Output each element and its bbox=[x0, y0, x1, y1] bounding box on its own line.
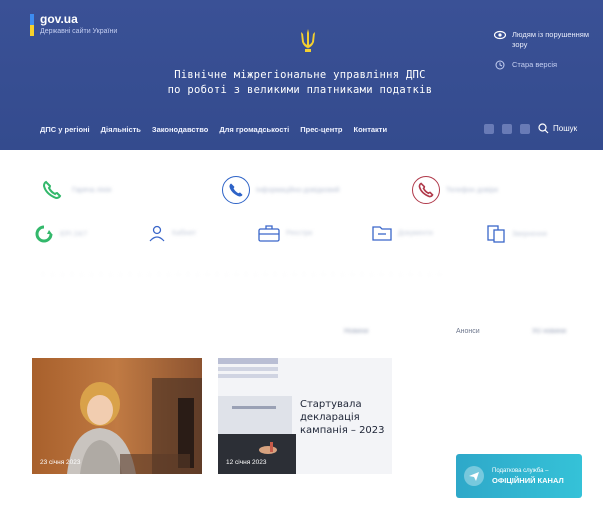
nav-dps-region[interactable]: ДПС у регіоні bbox=[40, 125, 90, 134]
main-nav: ДПС у регіоні Діяльність Законодавство Д… bbox=[40, 125, 398, 134]
telegram-icon bbox=[464, 466, 484, 486]
accessibility-label: Людям із порушенням зору bbox=[512, 30, 590, 49]
person-icon bbox=[149, 225, 165, 242]
service-documents-label: Документи bbox=[398, 229, 433, 237]
service-appeals-label: Звернення bbox=[512, 230, 547, 238]
news-date: 12 січня 2023 bbox=[226, 459, 267, 466]
facebook-icon[interactable] bbox=[484, 123, 494, 134]
service-documents[interactable]: Документи bbox=[372, 224, 433, 242]
page-title: Північне міжрегіональне управління ДПС п… bbox=[140, 68, 460, 98]
nav-public[interactable]: Для громадськості bbox=[219, 125, 289, 134]
clock-icon bbox=[495, 60, 505, 70]
trident-icon bbox=[301, 29, 315, 52]
nav-contacts[interactable]: Контакти bbox=[354, 125, 388, 134]
service-eri-label: ЄРІ 24/7 bbox=[60, 230, 88, 238]
search-label[interactable]: Пошук bbox=[553, 124, 577, 133]
title-line-2: по роботі з великими платниками податків bbox=[167, 84, 433, 96]
service-cabinet-label: Кабінет bbox=[172, 229, 197, 237]
contact-trust-label: Телефон довіри bbox=[446, 186, 499, 194]
site-header: gov.ua Державні сайти України Людям із п… bbox=[0, 0, 603, 150]
nav-press[interactable]: Прес-центр bbox=[300, 125, 342, 134]
contact-hotline-label: Гаряча лінія bbox=[72, 186, 112, 194]
phone-icon bbox=[222, 176, 250, 204]
old-version-label: Стара версія bbox=[512, 60, 558, 69]
service-appeals[interactable]: Звернення bbox=[486, 224, 547, 244]
title-line-1: Північне міжрегіональне управління ДПС bbox=[174, 69, 426, 81]
news-title[interactable]: Стартувала декларація кампанія – 2023 bbox=[300, 398, 390, 437]
tab-all-news[interactable]: Усі новини bbox=[532, 328, 566, 335]
contact-info-label: Інформаційно-довідковий bbox=[256, 186, 340, 194]
contact-hotline[interactable]: Гаряча лінія bbox=[38, 176, 111, 204]
news-card-1[interactable]: 23 січня 2023 bbox=[32, 358, 202, 474]
twitter-icon[interactable] bbox=[502, 123, 512, 134]
service-eri[interactable]: ЄРІ 24/7 bbox=[34, 224, 87, 244]
service-registers[interactable]: Реєстри bbox=[258, 224, 312, 242]
helper-text: · · · · · · · · · · · · · · · · · · · · … bbox=[42, 272, 444, 278]
flag-icon bbox=[30, 14, 34, 36]
service-registers-label: Реєстри bbox=[286, 229, 313, 237]
accessibility-link[interactable]: Людям із порушенням зору bbox=[494, 30, 594, 50]
phone-icon bbox=[38, 176, 66, 204]
badge-title: ОФІЦІЙНИЙ КАНАЛ bbox=[492, 475, 564, 485]
refresh-icon bbox=[35, 225, 53, 243]
nav-legislation[interactable]: Законодавство bbox=[152, 125, 208, 134]
youtube-icon[interactable] bbox=[520, 123, 530, 134]
social-links: Пошук bbox=[484, 123, 577, 134]
news-date: 23 січня 2023 bbox=[40, 459, 81, 466]
eye-icon bbox=[494, 30, 506, 40]
official-channel-button[interactable]: Податкова служба – ОФІЦІЙНИЙ КАНАЛ bbox=[456, 454, 582, 498]
service-cabinet[interactable]: Кабінет bbox=[148, 224, 196, 242]
badge-subtitle: Податкова служба – bbox=[492, 467, 549, 474]
nav-activity[interactable]: Діяльність bbox=[101, 125, 141, 134]
search-icon[interactable] bbox=[538, 123, 549, 134]
document-icon bbox=[487, 225, 505, 243]
news-photo-woman bbox=[32, 358, 202, 474]
briefcase-icon bbox=[258, 225, 280, 242]
phone-icon bbox=[412, 176, 440, 204]
old-version-link[interactable]: Стара версія bbox=[494, 60, 594, 70]
contact-info[interactable]: Інформаційно-довідковий bbox=[222, 176, 340, 204]
gov-logo[interactable]: gov.ua bbox=[40, 12, 78, 26]
gov-subtitle[interactable]: Державні сайти України bbox=[40, 28, 117, 35]
tab-news[interactable]: Новини bbox=[344, 328, 368, 335]
tab-announcements[interactable]: Анонси bbox=[456, 328, 480, 335]
folder-icon bbox=[372, 226, 392, 241]
contact-trust[interactable]: Телефон довіри bbox=[412, 176, 498, 204]
